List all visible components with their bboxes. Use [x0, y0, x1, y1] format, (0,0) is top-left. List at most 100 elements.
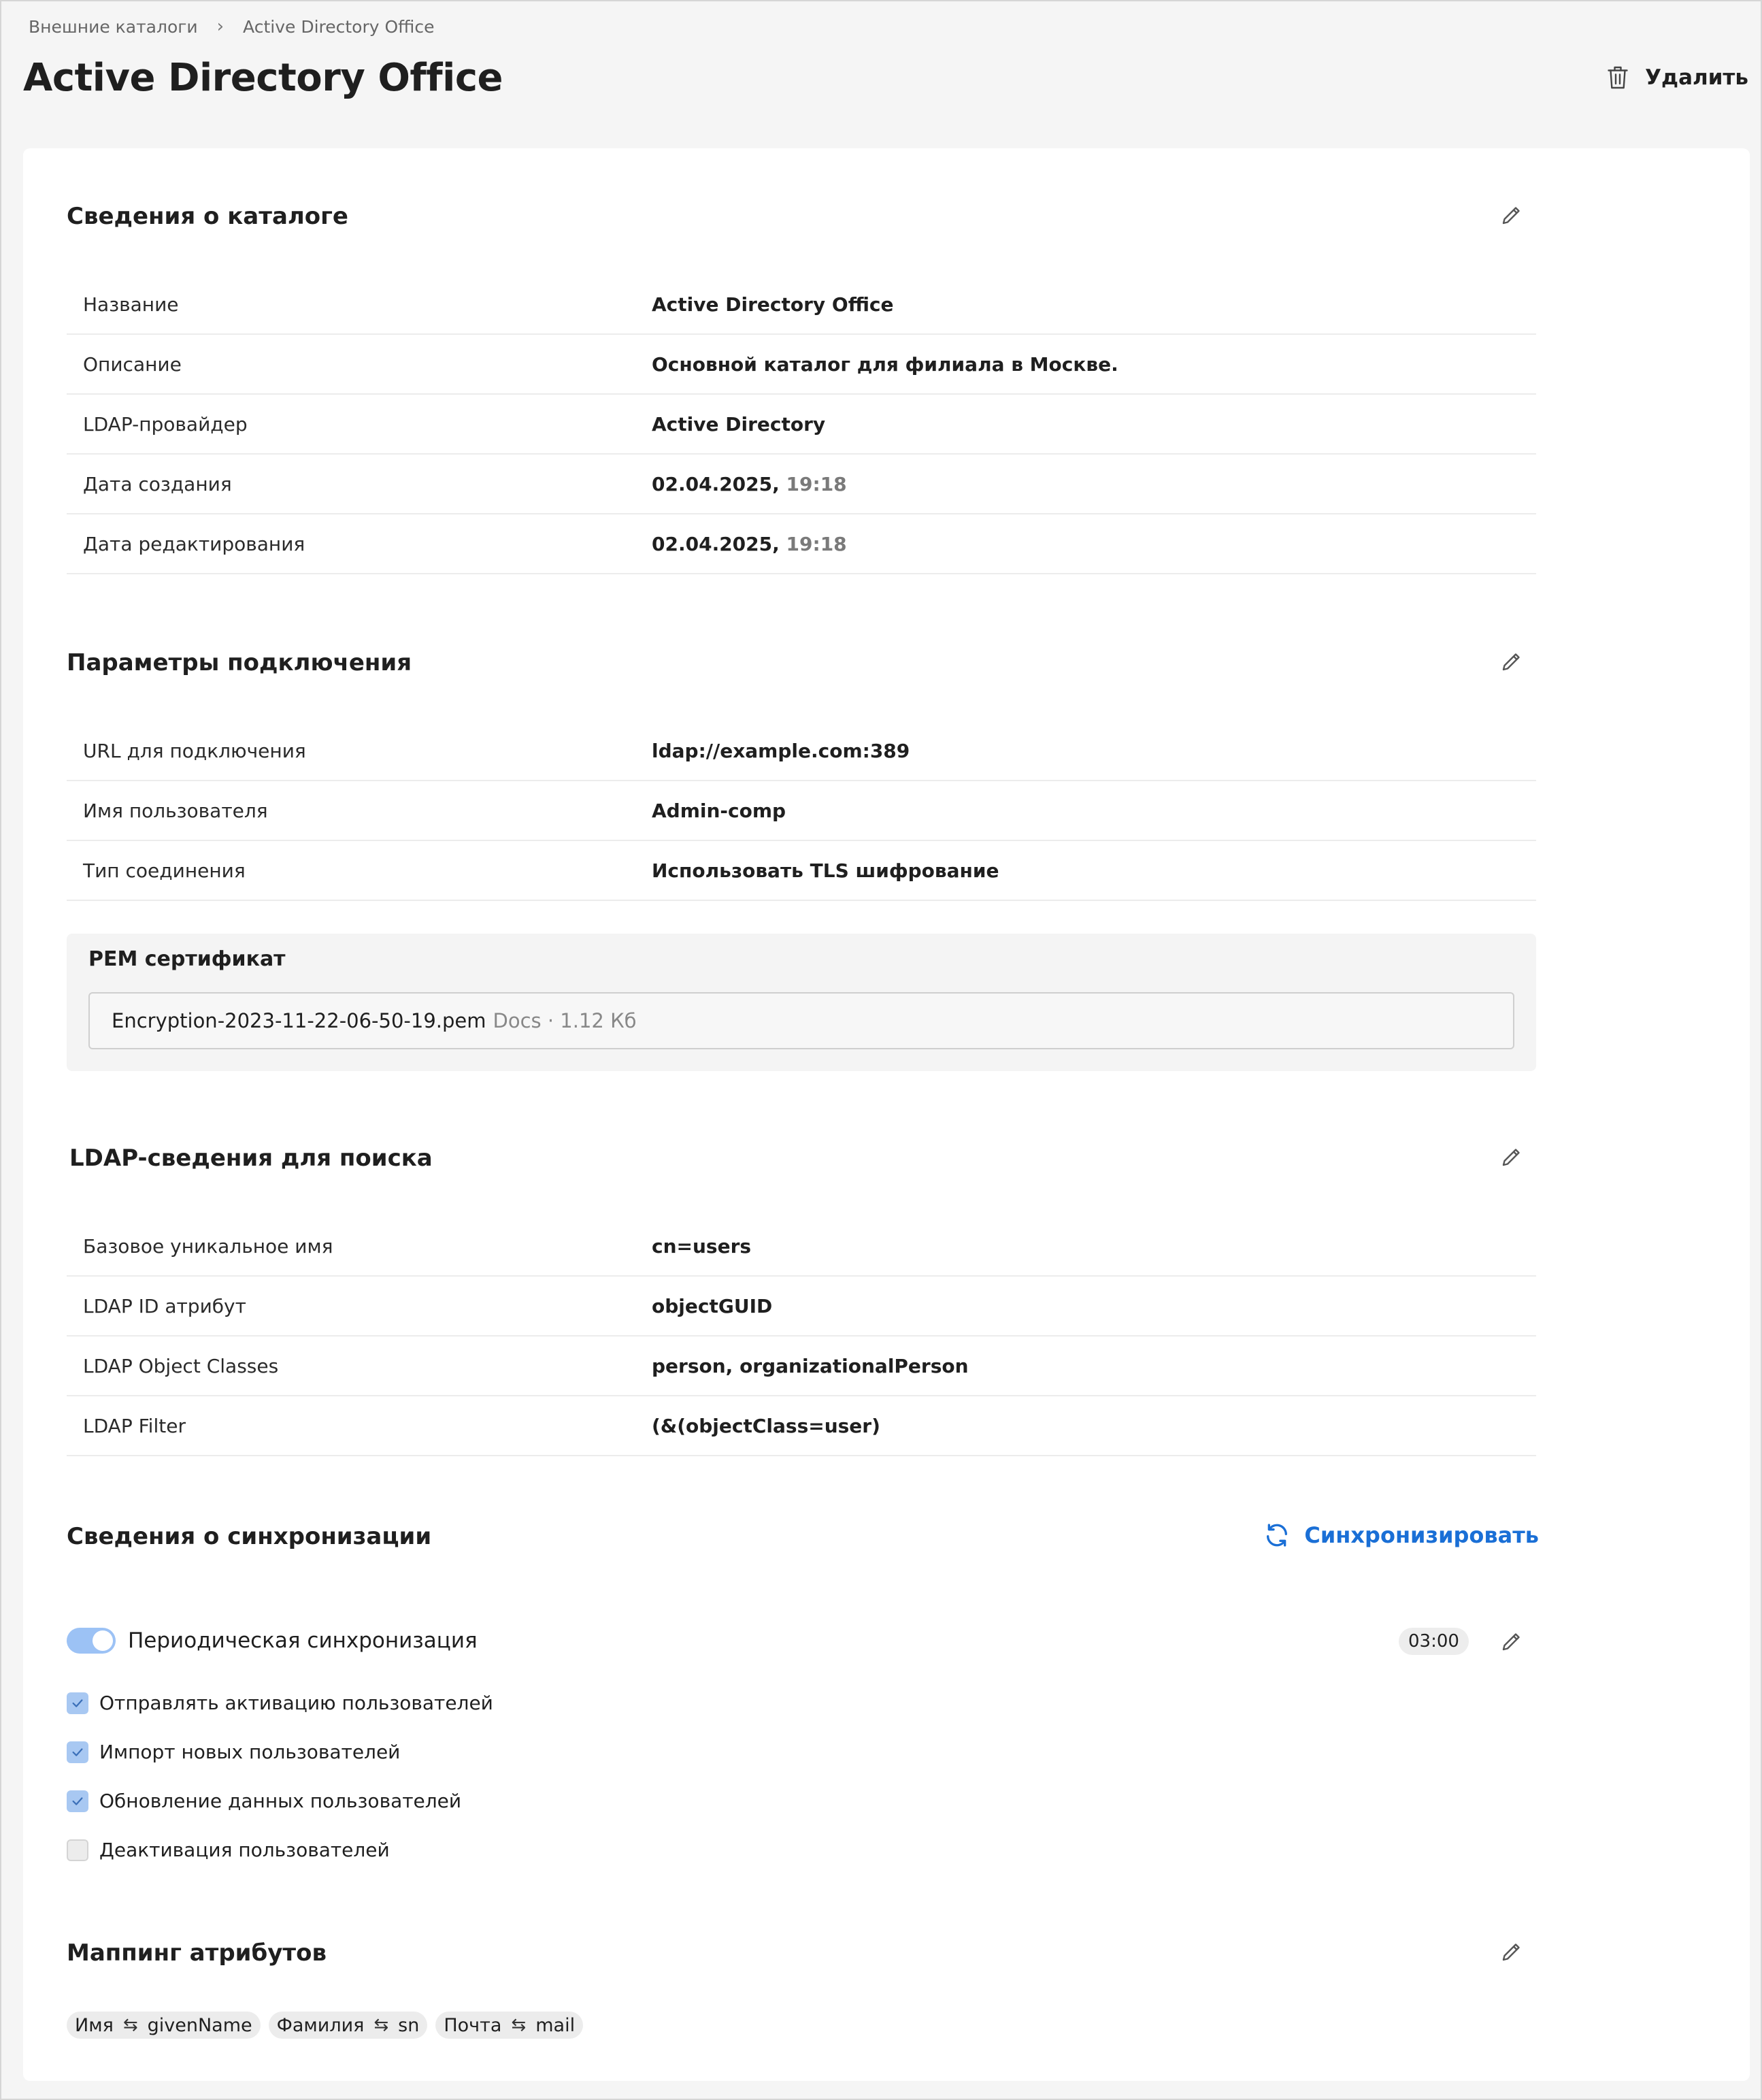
section-title-sync: Сведения о синхронизации [67, 1523, 432, 1550]
swap-arrows-icon: ⇆ [511, 2015, 527, 2035]
pencil-icon [1502, 207, 1520, 225]
created-time: 19:18 [786, 472, 847, 495]
mapping-chip: Фамилия ⇆ sn [268, 2012, 428, 2039]
row-value: Использовать TLS шифрование [652, 859, 999, 882]
row-label: Дата создания [83, 472, 232, 495]
row-value: ldap://example.com:389 [652, 739, 910, 762]
row-label: Название [83, 293, 179, 316]
section-title-ldap-search: LDAP-сведения для поиска [69, 1145, 433, 1172]
row-value: Основной каталог для филиала в Москве. [652, 352, 1118, 376]
checkbox[interactable] [67, 1839, 88, 1861]
mapping-from: Фамилия [276, 2014, 365, 2036]
mapping-from: Почта [444, 2014, 502, 2036]
table-row: Дата создания 02.04.2025, 19:18 [67, 455, 1536, 514]
check-icon [72, 1797, 83, 1805]
pem-file-name: Encryption-2023-11-22-06-50-19.pem [112, 1009, 486, 1032]
check-icon [72, 1748, 83, 1756]
checkbox[interactable] [67, 1741, 88, 1763]
table-row: Базовое уникальное имя cn=users [67, 1217, 1536, 1277]
synchronize-button[interactable]: Синхронизировать [1263, 1522, 1539, 1549]
periodic-sync-label: Периодическая синхронизация [128, 1628, 478, 1653]
row-value: Active Directory [652, 412, 826, 436]
ldap-search-table: Базовое уникальное имя cn=users LDAP ID … [67, 1217, 1536, 1456]
mapping-to: givenName [147, 2014, 252, 2036]
section-title-catalog-info: Сведения о каталоге [67, 203, 348, 230]
delete-button-label: Удалить [1645, 65, 1748, 90]
check-icon [72, 1699, 83, 1707]
table-row: LDAP ID атрибут objectGUID [67, 1277, 1536, 1336]
row-label: Описание [83, 352, 182, 376]
checkbox-label: Импорт новых пользователей [99, 1741, 401, 1763]
pem-file-meta: Docs · 1.12 Кб [493, 1009, 637, 1032]
mapping-to: sn [398, 2014, 420, 2036]
option-import-new[interactable]: Импорт новых пользователей [67, 1741, 400, 1763]
table-row: Описание Основной каталог для филиала в … [67, 335, 1536, 395]
toggle-knob [93, 1630, 113, 1651]
row-label: LDAP ID атрибут [83, 1294, 246, 1317]
row-value: cn=users [652, 1234, 752, 1258]
refresh-icon [1267, 1524, 1288, 1547]
row-label: Имя пользователя [83, 799, 268, 822]
row-value: 02.04.2025, 19:18 [652, 473, 847, 495]
checkbox[interactable] [67, 1790, 88, 1812]
row-label: Дата редактирования [83, 532, 305, 555]
row-value: person, organizationalPerson [652, 1354, 969, 1377]
sync-time-badge: 03:00 [1399, 1628, 1469, 1655]
periodic-sync-row: Периодическая синхронизация [67, 1628, 478, 1654]
table-row: Дата редактирования 02.04.2025, 19:18 [67, 514, 1536, 574]
option-deactivate[interactable]: Деактивация пользователей [67, 1839, 390, 1861]
edit-mapping-button[interactable] [1497, 1937, 1527, 1967]
row-label: LDAP Filter [83, 1414, 186, 1437]
pem-file-item[interactable]: Encryption-2023-11-22-06-50-19.pem Docs … [88, 992, 1514, 1049]
pencil-icon [1502, 1149, 1520, 1166]
catalog-info-table: Название Active Directory Office Описани… [67, 275, 1536, 574]
edit-ldap-search-button[interactable] [1497, 1142, 1527, 1172]
row-label: LDAP Object Classes [83, 1354, 279, 1377]
table-row: LDAP Object Classes person, organization… [67, 1336, 1536, 1396]
row-label: LDAP-провайдер [83, 412, 248, 436]
breadcrumb-current: Active Directory Office [243, 16, 435, 37]
pencil-icon [1502, 1633, 1520, 1651]
checkbox-label: Деактивация пользователей [99, 1839, 390, 1861]
section-title-connection: Параметры подключения [67, 649, 412, 676]
checkbox[interactable] [67, 1692, 88, 1714]
table-row: URL для подключения ldap://example.com:3… [67, 721, 1536, 781]
connection-table: URL для подключения ldap://example.com:3… [67, 721, 1536, 901]
edit-connection-button[interactable] [1497, 646, 1527, 676]
swap-arrows-icon: ⇆ [373, 2015, 389, 2035]
row-label: Базовое уникальное имя [83, 1234, 333, 1258]
edit-sync-button[interactable] [1497, 1626, 1527, 1656]
edited-time: 19:18 [786, 532, 847, 555]
option-send-activation[interactable]: Отправлять активацию пользователей [67, 1692, 493, 1714]
pencil-icon [1502, 653, 1520, 671]
checkbox-label: Обновление данных пользователей [99, 1790, 462, 1812]
pencil-icon [1502, 1943, 1520, 1961]
mapping-chip: Почта ⇆ mail [435, 2012, 584, 2039]
swap-arrows-icon: ⇆ [122, 2015, 138, 2035]
table-row: LDAP-провайдер Active Directory [67, 395, 1536, 455]
table-row: Тип соединения Использовать TLS шифрован… [67, 841, 1536, 901]
breadcrumb: Внешние каталоги › Active Directory Offi… [29, 16, 434, 37]
row-value: Active Directory Office [652, 293, 894, 316]
row-label: URL для подключения [83, 739, 306, 762]
row-value: objectGUID [652, 1294, 773, 1317]
edit-catalog-info-button[interactable] [1497, 200, 1527, 230]
pem-certificate-panel: PEM сертификат Encryption-2023-11-22-06-… [67, 934, 1536, 1071]
checkbox-label: Отправлять активацию пользователей [99, 1692, 493, 1714]
edited-date: 02.04.2025, [652, 532, 780, 555]
breadcrumb-link-external-catalogs[interactable]: Внешние каталоги [29, 17, 198, 37]
created-date: 02.04.2025, [652, 472, 780, 495]
attribute-mapping-list: Имя ⇆ givenName Фамилия ⇆ sn Почта ⇆ mai… [67, 2012, 584, 2039]
row-value: 02.04.2025, 19:18 [652, 533, 847, 555]
delete-button[interactable]: Удалить [1606, 64, 1748, 91]
option-update-data[interactable]: Обновление данных пользователей [67, 1790, 461, 1812]
row-value: Admin-comp [652, 799, 786, 822]
table-row: Название Active Directory Office [67, 275, 1536, 335]
table-row: LDAP Filter (&(objectClass=user) [67, 1396, 1536, 1456]
row-value: (&(objectClass=user) [652, 1414, 880, 1437]
mapping-to: mail [535, 2014, 576, 2036]
mapping-chip: Имя ⇆ givenName [67, 2012, 261, 2039]
mapping-from: Имя [75, 2014, 114, 2036]
page-title: Active Directory Office [23, 56, 503, 100]
periodic-sync-toggle[interactable] [67, 1628, 116, 1654]
